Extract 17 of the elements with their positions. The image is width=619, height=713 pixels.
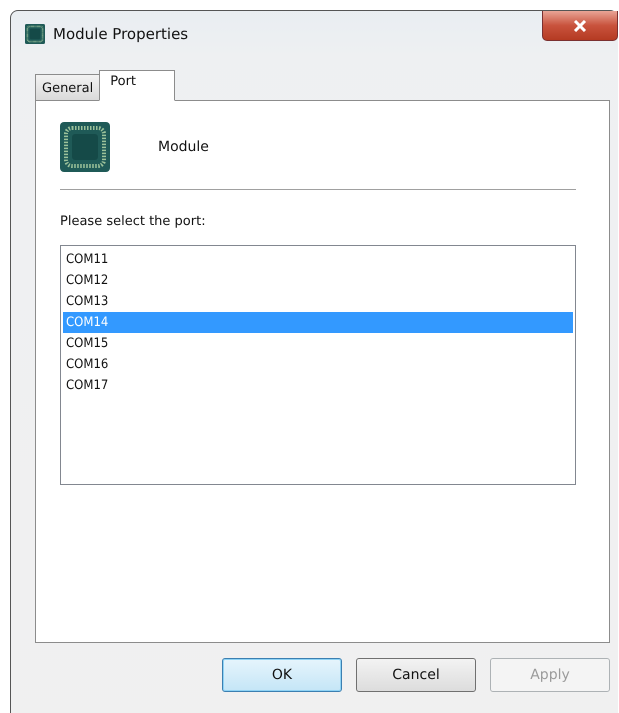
tab[interactable]: Port xyxy=(99,70,176,101)
port-item[interactable]: COM11 xyxy=(63,249,573,270)
close-icon xyxy=(573,20,587,32)
port-item[interactable]: COM12 xyxy=(63,270,573,291)
port-item[interactable]: COM15 xyxy=(63,333,573,354)
port-item[interactable]: COM17 xyxy=(63,375,573,396)
chip-icon xyxy=(60,122,110,172)
dialog-button[interactable]: OK xyxy=(222,658,342,692)
app-icon xyxy=(25,24,45,44)
module-name: Module xyxy=(158,139,209,155)
close-button[interactable] xyxy=(542,11,618,41)
port-prompt: Please select the port: xyxy=(60,214,207,229)
port-item[interactable]: COM13 xyxy=(63,291,573,312)
dialog-button[interactable]: Cancel xyxy=(356,658,476,692)
window-title: Module Properties xyxy=(53,24,190,42)
port-item[interactable]: COM16 xyxy=(63,354,573,375)
tab[interactable]: General xyxy=(35,74,100,101)
